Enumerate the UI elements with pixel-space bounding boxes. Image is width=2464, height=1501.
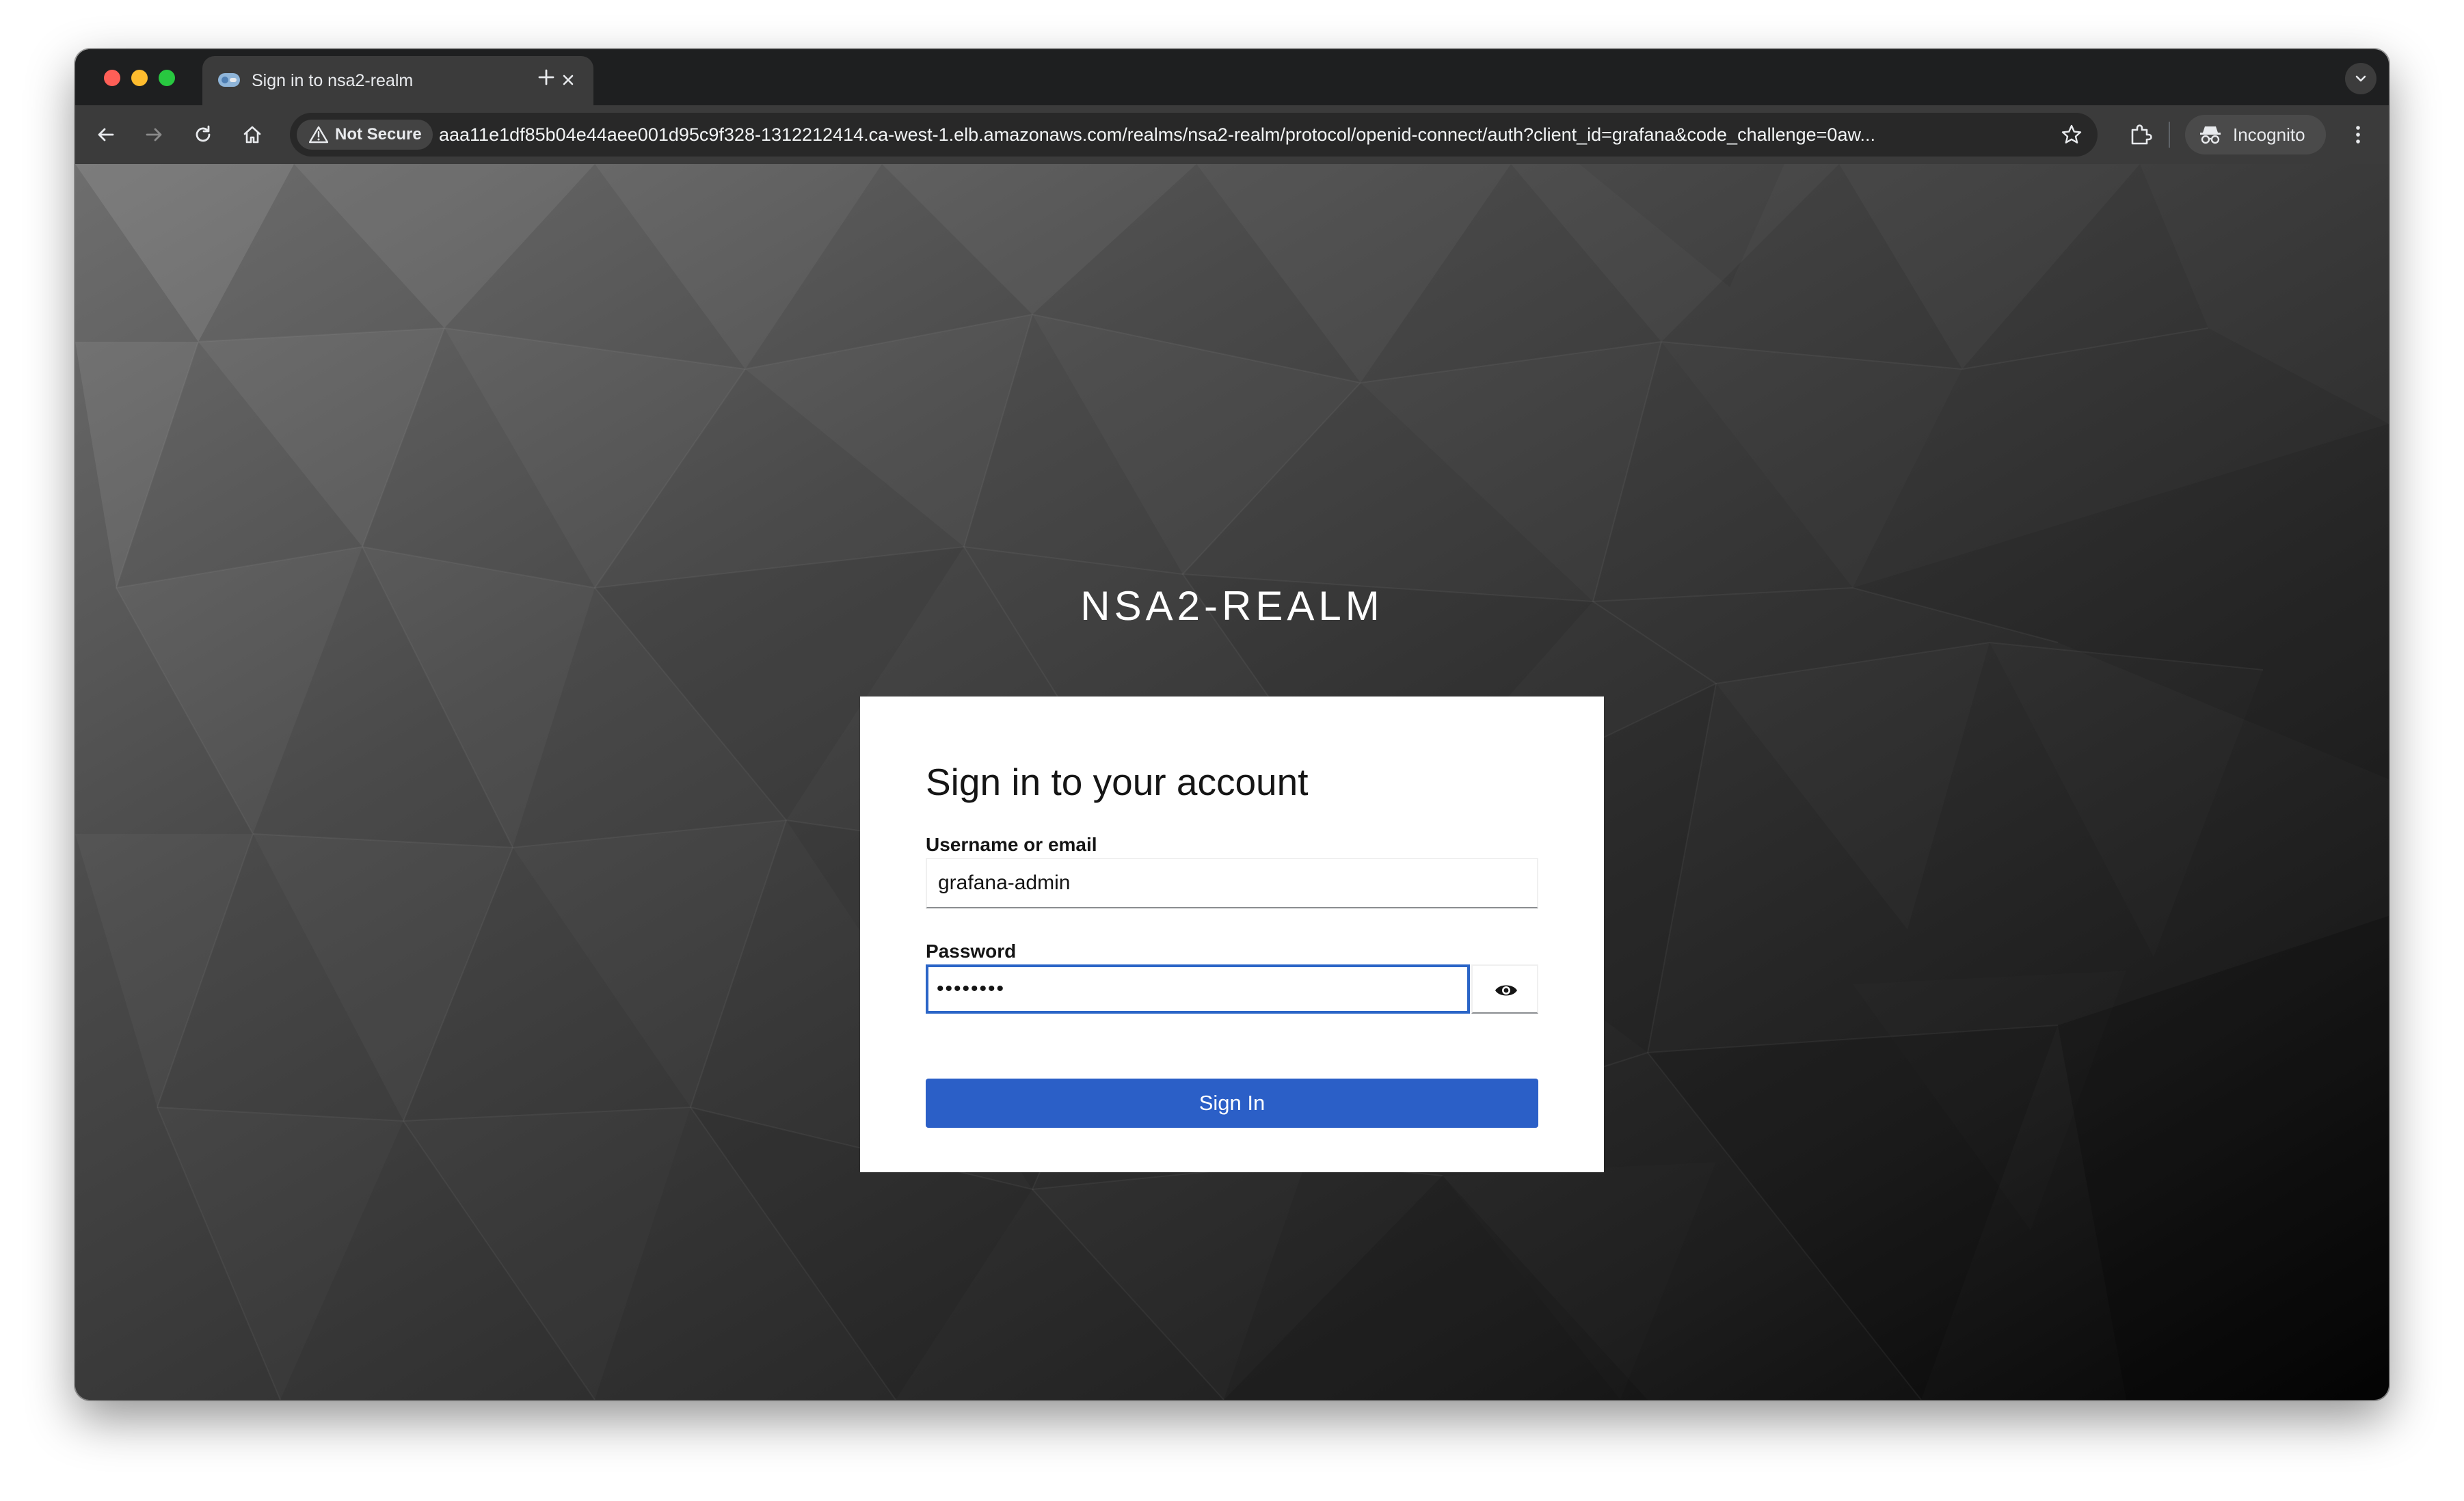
toolbar-divider <box>2169 122 2170 148</box>
back-arrow-icon[interactable] <box>94 123 118 146</box>
star-icon[interactable] <box>2061 124 2083 146</box>
window-close-button[interactable] <box>104 70 120 86</box>
sign-in-button[interactable]: Sign In <box>926 1079 1538 1128</box>
incognito-label: Incognito <box>2233 124 2305 145</box>
password-field[interactable] <box>926 964 1470 1014</box>
show-password-button[interactable] <box>1471 964 1538 1014</box>
site-security-chip[interactable]: Not Secure <box>297 120 433 150</box>
tab-strip: Sign in to nsa2-realm <box>75 49 2389 105</box>
realm-title: NSA2-REALM <box>1080 583 1384 629</box>
window-minimize-button[interactable] <box>131 70 148 86</box>
menu-dots-icon[interactable] <box>2345 122 2371 148</box>
favicon-icon <box>217 71 241 89</box>
tab-title: Sign in to nsa2-realm <box>252 71 414 90</box>
tab-search-button[interactable] <box>2345 63 2376 94</box>
browser-tab-active[interactable]: Sign in to nsa2-realm <box>202 56 593 105</box>
address-bar[interactable]: Not Secure aaa11e1df85b04e44aee001d95c9f… <box>290 113 2098 157</box>
window-zoom-button[interactable] <box>159 70 175 86</box>
tab-close-icon[interactable] <box>559 71 577 89</box>
plus-icon[interactable] <box>537 68 555 86</box>
login-card: Sign in to your account Username or emai… <box>860 697 1604 1172</box>
incognito-profile-button[interactable]: Incognito <box>2185 115 2326 154</box>
extensions-puzzle-icon[interactable] <box>2128 122 2154 148</box>
reload-icon[interactable] <box>191 123 215 146</box>
url-text[interactable]: aaa11e1df85b04e44aee001d95c9f328-1312212… <box>439 124 2025 146</box>
page-viewport: NSA2-REALM Sign in to your account Usern… <box>75 164 2389 1400</box>
browser-toolbar: Not Secure aaa11e1df85b04e44aee001d95c9f… <box>75 105 2389 164</box>
screenshot-stage: Sign in to nsa2-realm Not Secure aaa11e1… <box>0 0 2464 1501</box>
home-icon[interactable] <box>241 123 264 146</box>
username-label: Username or email <box>926 834 1097 855</box>
page-title: Sign in to your account <box>926 761 1309 803</box>
browser-window: Sign in to nsa2-realm Not Secure aaa11e1… <box>75 49 2389 1400</box>
username-field[interactable] <box>926 858 1538 908</box>
forward-arrow-icon[interactable] <box>142 123 165 146</box>
password-label: Password <box>926 941 1017 962</box>
security-chip-label: Not Secure <box>335 125 422 144</box>
